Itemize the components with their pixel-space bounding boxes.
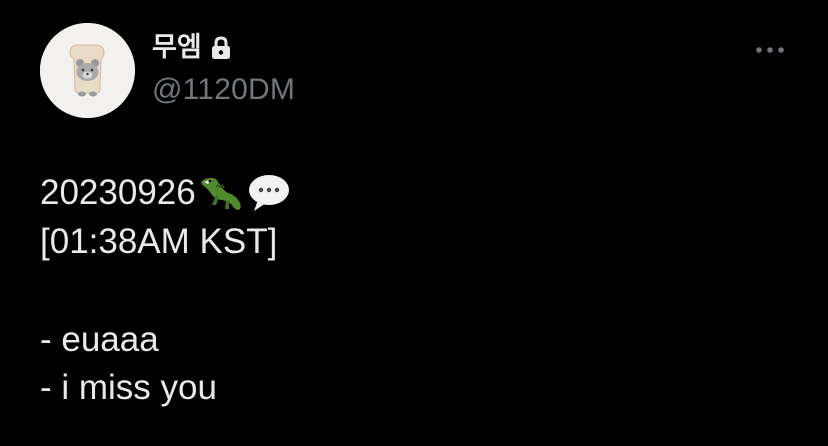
tweet-line-2: - i miss you (40, 368, 217, 407)
more-options-button[interactable] (752, 38, 788, 62)
more-horizontal-icon (756, 47, 784, 53)
tweet-time: [01:38AM KST] (40, 222, 278, 261)
user-handle[interactable]: @1120DM (152, 73, 295, 107)
tweet-date-line: 20230926 (40, 171, 292, 215)
speech-balloon-emoji-icon (246, 172, 292, 214)
tweet-line-1: - euaaa (40, 320, 159, 359)
avatar[interactable] (40, 23, 135, 118)
tweet-date: 20230926 (40, 173, 196, 212)
name-row: 무엠 (152, 31, 232, 65)
display-name[interactable]: 무엠 (152, 31, 202, 65)
tweet-card: 무엠 @1120DM 20230926 [01:38AM KST] - euaa… (0, 0, 828, 446)
lock-icon (210, 36, 232, 60)
crocodile-emoji-icon (198, 173, 244, 213)
bear-in-toast-avatar-icon (40, 23, 135, 118)
